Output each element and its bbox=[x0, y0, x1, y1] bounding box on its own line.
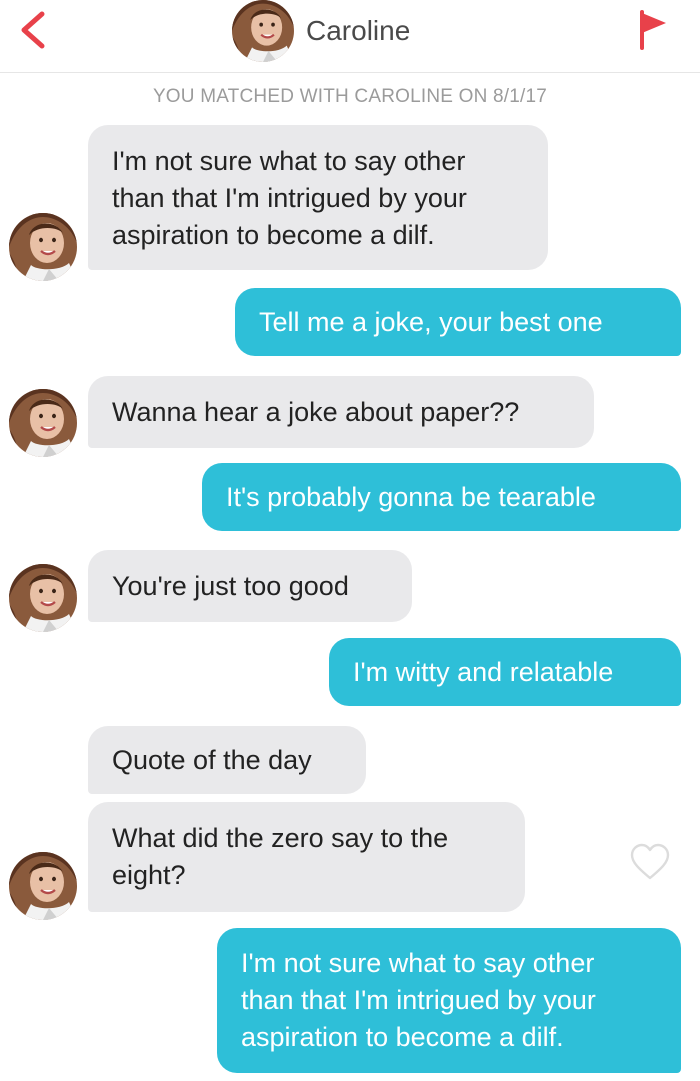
chevron-left-icon bbox=[21, 11, 45, 49]
sent-message[interactable]: Tell me a joke, your best one bbox=[235, 288, 681, 356]
profile-photo bbox=[232, 0, 294, 62]
message-text: You're just too good bbox=[112, 571, 349, 601]
sender-photo bbox=[9, 852, 77, 920]
profile-avatar[interactable] bbox=[232, 0, 294, 62]
sender-photo bbox=[9, 564, 77, 632]
sent-message[interactable]: It's probably gonna be tearable bbox=[202, 463, 681, 531]
message-text: Quote of the day bbox=[112, 745, 312, 775]
report-button[interactable] bbox=[630, 8, 678, 52]
message-text: I'm not sure what to say other than that… bbox=[112, 146, 467, 250]
message-text: It's probably gonna be tearable bbox=[226, 482, 596, 512]
sender-photo bbox=[9, 389, 77, 457]
sender-avatar[interactable] bbox=[9, 213, 77, 281]
like-message-button[interactable] bbox=[628, 842, 672, 882]
received-message[interactable]: Wanna hear a joke about paper?? bbox=[88, 376, 594, 448]
received-message[interactable]: Quote of the day bbox=[88, 726, 366, 794]
received-message[interactable]: I'm not sure what to say other than that… bbox=[88, 125, 548, 270]
message-text: I'm witty and relatable bbox=[353, 657, 614, 687]
sent-message[interactable]: I'm not sure what to say other than that… bbox=[217, 928, 681, 1073]
match-date-note: YOU MATCHED WITH CAROLINE ON 8/1/17 bbox=[152, 86, 548, 107]
sent-message[interactable]: I'm witty and relatable bbox=[329, 638, 681, 706]
profile-name[interactable]: Caroline bbox=[306, 14, 410, 48]
message-text: Tell me a joke, your best one bbox=[259, 307, 603, 337]
sender-avatar[interactable] bbox=[9, 389, 77, 457]
message-text: Wanna hear a joke about paper?? bbox=[112, 397, 520, 427]
received-message[interactable]: You're just too good bbox=[88, 550, 412, 622]
message-text: I'm not sure what to say other than that… bbox=[241, 948, 596, 1052]
message-text: What did the zero say to the eight? bbox=[112, 823, 449, 890]
sender-avatar[interactable] bbox=[9, 564, 77, 632]
sender-photo bbox=[9, 213, 77, 281]
sender-avatar[interactable] bbox=[9, 852, 77, 920]
heart-icon bbox=[630, 843, 670, 880]
received-message[interactable]: What did the zero say to the eight? bbox=[88, 802, 525, 912]
chat-header: Caroline bbox=[0, 0, 700, 73]
back-button[interactable] bbox=[12, 6, 56, 54]
flag-icon bbox=[640, 10, 666, 50]
